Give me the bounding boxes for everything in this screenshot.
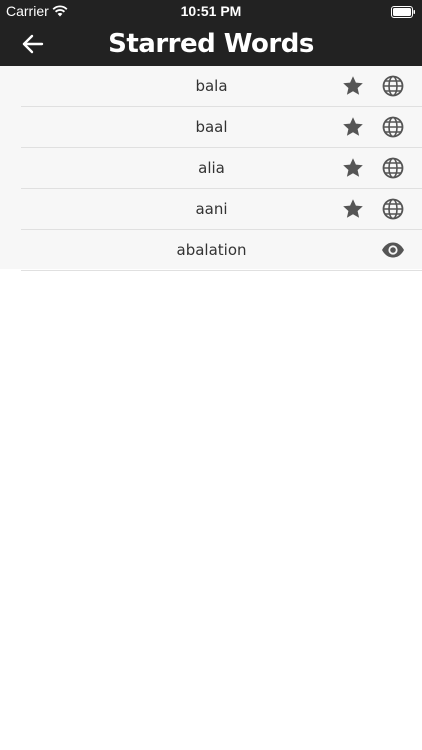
globe-icon[interactable]	[381, 74, 405, 98]
list-item[interactable]: alia	[21, 148, 422, 189]
status-bar: Carrier 10:51 PM	[0, 0, 422, 22]
list-item[interactable]: bala	[21, 66, 422, 107]
page-title: Starred Words	[108, 29, 314, 59]
list-item[interactable]: baal	[21, 107, 422, 148]
status-time: 10:51 PM	[180, 3, 242, 19]
list-item[interactable]: abalation	[21, 230, 422, 271]
star-icon[interactable]	[341, 74, 365, 98]
globe-icon[interactable]	[381, 115, 405, 139]
star-icon[interactable]	[341, 115, 365, 139]
eye-icon[interactable]	[381, 238, 405, 262]
globe-icon[interactable]	[381, 197, 405, 221]
battery-icon	[391, 5, 416, 18]
star-icon[interactable]	[341, 156, 365, 180]
globe-icon[interactable]	[381, 156, 405, 180]
word-label: abalation	[176, 241, 247, 259]
list-item[interactable]: aani	[21, 189, 422, 230]
nav-bar: Starred Words	[0, 22, 422, 66]
starred-word-list: bala baal alia aani abalation	[0, 66, 422, 271]
star-icon[interactable]	[341, 197, 365, 221]
